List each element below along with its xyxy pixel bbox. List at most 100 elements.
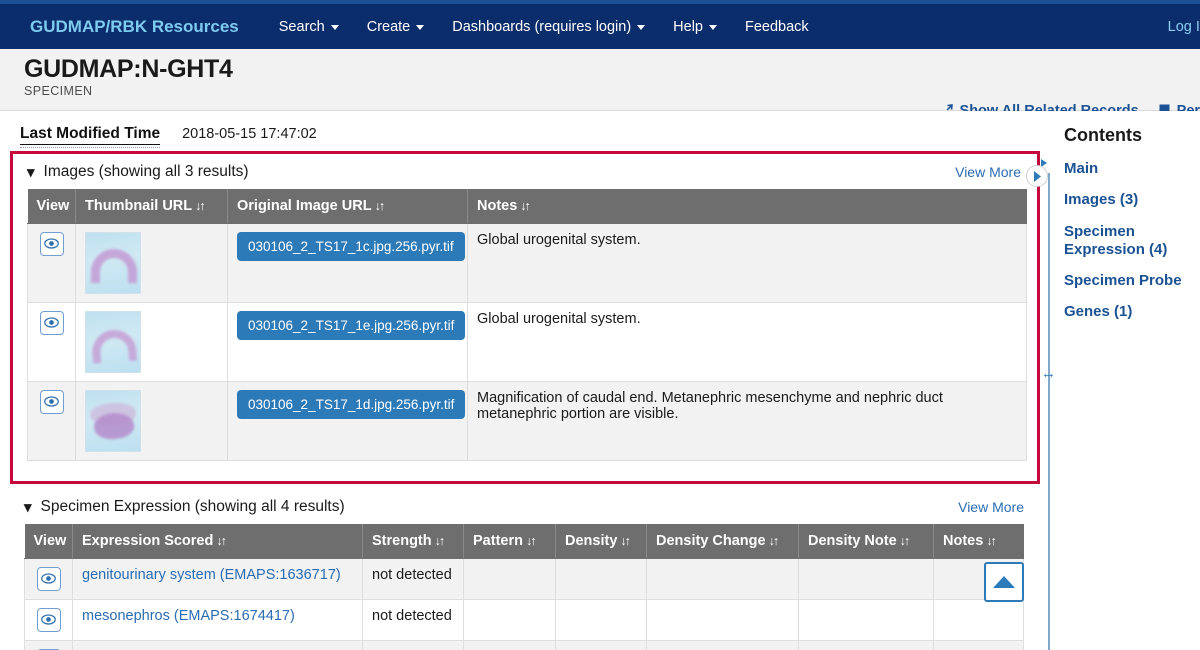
expression-col-density[interactable]: Density ↓↑ xyxy=(555,524,647,559)
expression-scored-link[interactable]: mesonephros (EMAPS:1674417) xyxy=(82,608,295,624)
expression-row-density-note-cell xyxy=(798,598,934,641)
expression-col-density-change[interactable]: Density Change ↓↑ xyxy=(646,524,799,559)
view-record-button[interactable] xyxy=(36,607,61,632)
original-image-url-link[interactable]: 030106_2_TS17_1c.jpg.256.pyr.tif xyxy=(237,231,465,261)
record-type-subtitle: SPECIMEN xyxy=(24,84,93,99)
last-modified-value: 2018-05-15 17:47:02 xyxy=(182,126,317,142)
table-row: mesonephros (EMAPS:1674417) not detected xyxy=(24,598,1024,641)
expression-col-density-note[interactable]: Density Note ↓↑ xyxy=(798,524,934,559)
chevron-down-icon xyxy=(416,25,425,30)
sidebar-resize-handle-icon[interactable]: ↔ xyxy=(1041,366,1056,381)
last-modified-label[interactable]: Last Modified Time xyxy=(20,125,161,148)
expression-row-pattern-cell xyxy=(463,639,556,650)
expression-row-view-cell xyxy=(24,598,73,641)
images-section-title: Images (showing all 3 results) xyxy=(43,163,249,180)
table-row: gonad primordium (EMAPS:1685717) not det… xyxy=(24,639,1024,650)
page-title: GUDMAP:N-GHT4 xyxy=(24,55,233,83)
triangle-up-icon xyxy=(993,576,1015,588)
specimen-shape xyxy=(90,328,138,363)
sort-icon: ↓↑ xyxy=(768,533,779,548)
sort-icon: ↓↑ xyxy=(520,198,530,213)
expression-col-expression-scored-label: Expression Scored xyxy=(82,532,214,549)
images-section-highlight: ▾ Images (showing all 3 results) View Mo… xyxy=(10,151,1048,484)
main-content-column: Last Modified Time 2018-05-15 17:47:02 ▾… xyxy=(0,111,1048,650)
images-row-notes-cell: Global urogenital system. xyxy=(467,301,1027,382)
images-row-notes-cell: Global urogenital system. xyxy=(467,222,1027,303)
last-modified-row: Last Modified Time 2018-05-15 17:47:02 xyxy=(0,111,1048,155)
sidebar-item-genes[interactable]: Genes (1) xyxy=(1064,303,1200,321)
expression-row-view-cell xyxy=(24,639,73,650)
specimen-expression-view-more-link[interactable]: View More xyxy=(958,499,1028,515)
specimen-shape xyxy=(91,248,137,283)
original-image-url-link[interactable]: 030106_2_TS17_1e.jpg.256.pyr.tif xyxy=(237,310,466,340)
images-col-view[interactable]: View xyxy=(27,189,76,224)
view-record-button[interactable] xyxy=(39,310,64,335)
expression-row-density-change-cell xyxy=(646,598,799,641)
sidebar-item-main[interactable]: Main xyxy=(1064,160,1200,178)
view-record-button[interactable] xyxy=(39,389,64,414)
original-image-url-link[interactable]: 030106_2_TS17_1d.jpg.256.pyr.tif xyxy=(237,389,466,419)
sort-icon: ↓↑ xyxy=(216,533,226,548)
expression-scored-link[interactable]: genitourinary system (EMAPS:1636717) xyxy=(82,567,341,583)
expression-row-strength-cell: not detected xyxy=(362,557,464,600)
images-col-thumbnail-url-label: Thumbnail URL xyxy=(85,197,193,214)
next-related-table-button[interactable] xyxy=(1026,165,1048,187)
expression-row-density-change-cell xyxy=(646,639,799,650)
nav-item-feedback[interactable]: Feedback xyxy=(731,19,823,35)
specimen-expression-table: View Expression Scored ↓↑ Strength ↓↑ Patt… xyxy=(24,524,1024,650)
sidebar-item-images[interactable]: Images (3) xyxy=(1064,191,1200,209)
view-record-button[interactable] xyxy=(36,566,61,591)
images-col-view-label: View xyxy=(36,197,70,214)
login-link[interactable]: Log In xyxy=(1168,19,1200,35)
expression-col-strength[interactable]: Strength ↓↑ xyxy=(362,524,464,559)
expression-col-notes[interactable]: Notes ↓↑ xyxy=(933,524,1024,559)
nav-item-dashboards-label: Dashboards (requires login) xyxy=(452,18,632,35)
record-title-bar: GUDMAP:N-GHT4 SPECIMEN Show All Related … xyxy=(0,49,1200,119)
images-row-view-cell xyxy=(27,222,76,303)
nav-item-help[interactable]: Help xyxy=(659,19,731,35)
main-navbar: GUDMAP/RBK Resources Search Create Dashb… xyxy=(0,4,1200,49)
nav-item-dashboards[interactable]: Dashboards (requires login) xyxy=(438,19,659,35)
images-col-notes-label: Notes xyxy=(477,197,518,214)
eye-icon xyxy=(44,238,59,249)
images-col-original-image-url[interactable]: Original Image URL ↓↑ xyxy=(227,189,468,224)
images-view-more-link[interactable]: View More xyxy=(955,164,1025,180)
table-row: 030106_2_TS17_1d.jpg.256.pyr.tif Magnifi… xyxy=(27,380,1027,461)
specimen-expression-title: Specimen Expression (showing all 4 resul… xyxy=(40,498,345,515)
specimen-expression-header: ▾ Specimen Expression (showing all 4 res… xyxy=(10,489,1040,524)
specimen-thumbnail[interactable] xyxy=(85,389,141,452)
sort-icon: ↓↑ xyxy=(620,533,630,548)
expression-col-density-change-label: Density Change xyxy=(656,532,766,549)
sidebar-item-specimen-expression[interactable]: Specimen Expression (4) xyxy=(1064,223,1200,260)
images-col-thumbnail-url[interactable]: Thumbnail URL ↓↑ xyxy=(75,189,228,224)
brand-logo[interactable]: GUDMAP/RBK Resources xyxy=(30,17,239,37)
eye-icon xyxy=(41,614,56,625)
expression-row-strength-cell: not detected xyxy=(362,598,464,641)
expression-row-notes-cell xyxy=(933,639,1024,650)
sidebar-item-specimen-probe[interactable]: Specimen Probe xyxy=(1064,272,1200,290)
specimen-thumbnail[interactable] xyxy=(85,310,141,373)
images-row-view-cell xyxy=(27,380,76,461)
chevron-down-icon[interactable]: ▾ xyxy=(27,165,35,180)
sidebar-rail-gap xyxy=(1048,111,1050,173)
expression-row-density-cell xyxy=(555,598,647,641)
expression-row-density-change-cell xyxy=(646,557,799,600)
specimen-thumbnail[interactable] xyxy=(85,231,141,294)
table-row: 030106_2_TS17_1e.jpg.256.pyr.tif Global … xyxy=(27,301,1027,382)
images-col-notes[interactable]: Notes ↓↑ xyxy=(467,189,1027,224)
nav-item-search[interactable]: Search xyxy=(265,19,353,35)
images-row-thumbnail-cell xyxy=(75,301,228,382)
specimen-expression-section: ▾ Specimen Expression (showing all 4 res… xyxy=(10,489,1040,650)
chevron-down-icon[interactable]: ▾ xyxy=(24,500,32,515)
nav-item-create[interactable]: Create xyxy=(353,19,439,35)
expression-row-pattern-cell xyxy=(463,557,556,600)
images-row-url-cell: 030106_2_TS17_1d.jpg.256.pyr.tif xyxy=(227,380,468,461)
contents-title: Contents xyxy=(1064,125,1142,145)
expression-col-view[interactable]: View xyxy=(24,524,73,559)
expression-col-pattern[interactable]: Pattern ↓↑ xyxy=(463,524,556,559)
expression-col-expression-scored[interactable]: Expression Scored ↓↑ xyxy=(72,524,363,559)
table-row: 030106_2_TS17_1c.jpg.256.pyr.tif Global … xyxy=(27,222,1027,303)
chevron-down-icon xyxy=(330,25,339,30)
scroll-to-top-button[interactable] xyxy=(984,562,1024,602)
view-record-button[interactable] xyxy=(39,231,64,256)
